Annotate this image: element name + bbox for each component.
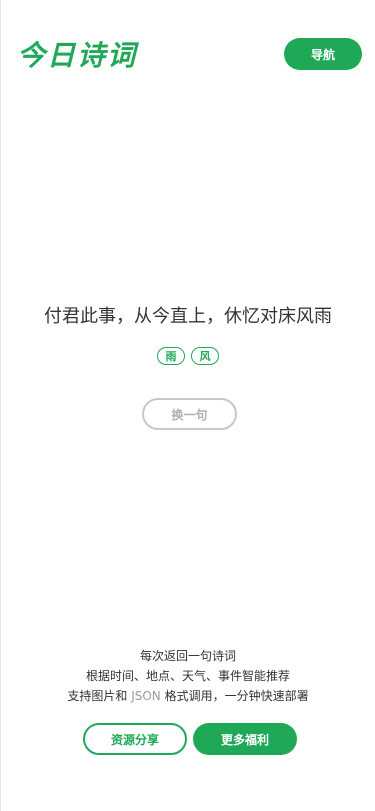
refresh-poem-button[interactable]: 换一句	[142, 398, 237, 430]
nav-button[interactable]: 导航	[284, 38, 362, 70]
description-line-3-prefix: 支持图片和	[67, 689, 132, 703]
tag-rain[interactable]: 雨	[157, 347, 185, 365]
feature-description: 每次返回一句诗词 根据时间、地点、天气、事件智能推荐 支持图片和 JSON 格式…	[1, 646, 375, 706]
json-keyword: JSON	[131, 689, 161, 703]
footer-buttons: 资源分享 更多福利	[83, 723, 297, 755]
site-logo[interactable]: 今日诗词	[17, 38, 137, 74]
tag-wind[interactable]: 风	[191, 347, 219, 365]
page: 今日诗词 导航 付君此事，从今直上，休忆对床风雨 雨 风 换一句 每次返回一句诗…	[0, 0, 375, 811]
description-line-1: 每次返回一句诗词	[139, 649, 236, 663]
description-line-3-suffix: 格式调用，一分钟快速部署	[160, 689, 309, 703]
more-benefits-button[interactable]: 更多福利	[193, 723, 297, 755]
description-line-3: 支持图片和 JSON 格式调用，一分钟快速部署	[1, 686, 375, 706]
poem-tags: 雨 风	[1, 347, 375, 365]
resources-button[interactable]: 资源分享	[83, 723, 187, 755]
description-line-2: 根据时间、地点、天气、事件智能推荐	[85, 669, 290, 683]
poem-text: 付君此事，从今直上，休忆对床风雨	[44, 306, 332, 327]
